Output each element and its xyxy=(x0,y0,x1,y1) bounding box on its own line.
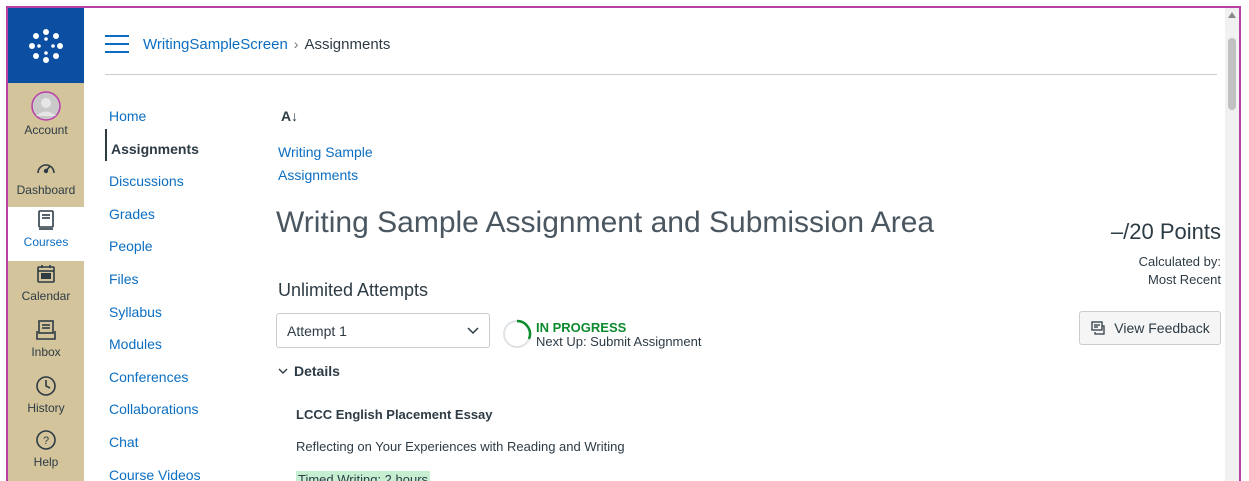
course-nav-home[interactable]: Home xyxy=(105,96,245,129)
breadcrumb-course-link[interactable]: WritingSampleScreen xyxy=(143,36,288,53)
course-nav-course-videos[interactable]: Course Videos xyxy=(105,455,245,481)
course-nav-people[interactable]: People xyxy=(105,226,245,259)
details-label: Details xyxy=(294,363,340,379)
global-nav-account[interactable]: Account xyxy=(8,91,84,145)
course-nav-syllabus[interactable]: Syllabus xyxy=(105,292,245,325)
calendar-icon xyxy=(33,261,59,287)
dashboard-icon xyxy=(33,155,59,181)
breadcrumb: WritingSampleScreen › Assignments xyxy=(105,26,1217,62)
canvas-logo-icon xyxy=(29,28,63,63)
progress-ring-icon xyxy=(503,319,532,348)
essay-title: LCCC English Placement Essay xyxy=(296,407,493,422)
calculated-by: Calculated by: Most Recent xyxy=(1139,253,1221,289)
global-nav-label: Courses xyxy=(23,235,69,249)
page-title: Writing Sample Assignment and Submission… xyxy=(276,206,935,239)
history-icon xyxy=(33,373,59,399)
global-nav-label: Help xyxy=(33,455,59,469)
calculated-by-label: Calculated by: xyxy=(1138,254,1221,269)
points-display: –/20 Points xyxy=(1110,219,1221,244)
details-toggle[interactable]: Details xyxy=(278,363,340,379)
global-nav-inbox[interactable]: Inbox xyxy=(8,317,84,371)
course-nav-modules[interactable]: Modules xyxy=(105,324,245,357)
global-nav-calendar[interactable]: Calendar xyxy=(8,261,84,315)
course-nav: Home Assignments Discussions Grades Peop… xyxy=(105,96,245,481)
course-nav-grades[interactable]: Grades xyxy=(105,194,245,227)
scroll-thumb[interactable] xyxy=(1228,38,1236,110)
course-nav-discussions[interactable]: Discussions xyxy=(105,161,245,194)
global-nav-help[interactable]: ? Help xyxy=(8,427,84,481)
chevron-down-icon xyxy=(278,368,288,374)
next-up-text: Next Up: Submit Assignment xyxy=(536,334,702,349)
global-nav-label: Calendar xyxy=(21,289,71,303)
timed-writing-note: Timed Writing: 2 hours xyxy=(296,471,431,481)
status-badge: IN PROGRESS xyxy=(536,320,627,335)
course-nav-assignments[interactable]: Assignments xyxy=(105,128,245,162)
app-frame: Account Dashboard Courses Calendar Inbox… xyxy=(6,6,1241,481)
global-nav-history[interactable]: History xyxy=(8,373,84,427)
feedback-icon xyxy=(1091,321,1105,335)
sort-icon: A↓ xyxy=(281,108,299,124)
global-nav-label: Inbox xyxy=(31,345,61,359)
hamburger-menu-icon[interactable] xyxy=(105,35,129,53)
view-feedback-label: View Feedback xyxy=(1114,320,1210,336)
inbox-icon xyxy=(33,317,59,343)
course-nav-collaborations[interactable]: Collaborations xyxy=(105,389,245,422)
breadcrumb-separator: › xyxy=(293,36,299,52)
course-nav-files[interactable]: Files xyxy=(105,259,245,292)
attempt-select-value: Attempt 1 xyxy=(287,322,347,339)
header-divider xyxy=(105,74,1217,75)
submission-status: IN PROGRESS Next Up: Submit Assignment xyxy=(536,321,701,349)
global-nav-label: History xyxy=(27,401,65,415)
attempt-select[interactable]: Attempt 1 xyxy=(276,313,490,348)
canvas-logo[interactable] xyxy=(8,8,84,83)
global-nav-dashboard[interactable]: Dashboard xyxy=(8,155,84,209)
writing-sample-link[interactable]: Writing Sample xyxy=(278,144,373,160)
global-nav-label: Account xyxy=(24,123,68,137)
courses-icon xyxy=(33,207,59,233)
help-icon: ? xyxy=(33,427,59,453)
global-nav-courses[interactable]: Courses xyxy=(8,207,84,261)
account-avatar-icon xyxy=(31,91,61,121)
global-nav-label: Dashboard xyxy=(16,183,76,197)
scroll-up-arrow-icon[interactable] xyxy=(1228,12,1236,18)
view-feedback-button[interactable]: View Feedback xyxy=(1079,311,1221,345)
course-nav-conferences[interactable]: Conferences xyxy=(105,357,245,390)
attempts-heading: Unlimited Attempts xyxy=(278,280,429,300)
global-nav: Account Dashboard Courses Calendar Inbox… xyxy=(8,8,84,481)
page-scrollbar[interactable] xyxy=(1225,8,1239,481)
essay-subtitle: Reflecting on Your Experiences with Read… xyxy=(296,439,625,454)
svg-text:?: ? xyxy=(43,435,49,447)
breadcrumb-current: Assignments xyxy=(304,35,391,53)
assignments-link[interactable]: Assignments xyxy=(278,167,358,183)
course-nav-chat[interactable]: Chat xyxy=(105,422,245,455)
calculated-by-value: Most Recent xyxy=(1148,272,1221,287)
chevron-down-icon xyxy=(467,326,479,334)
